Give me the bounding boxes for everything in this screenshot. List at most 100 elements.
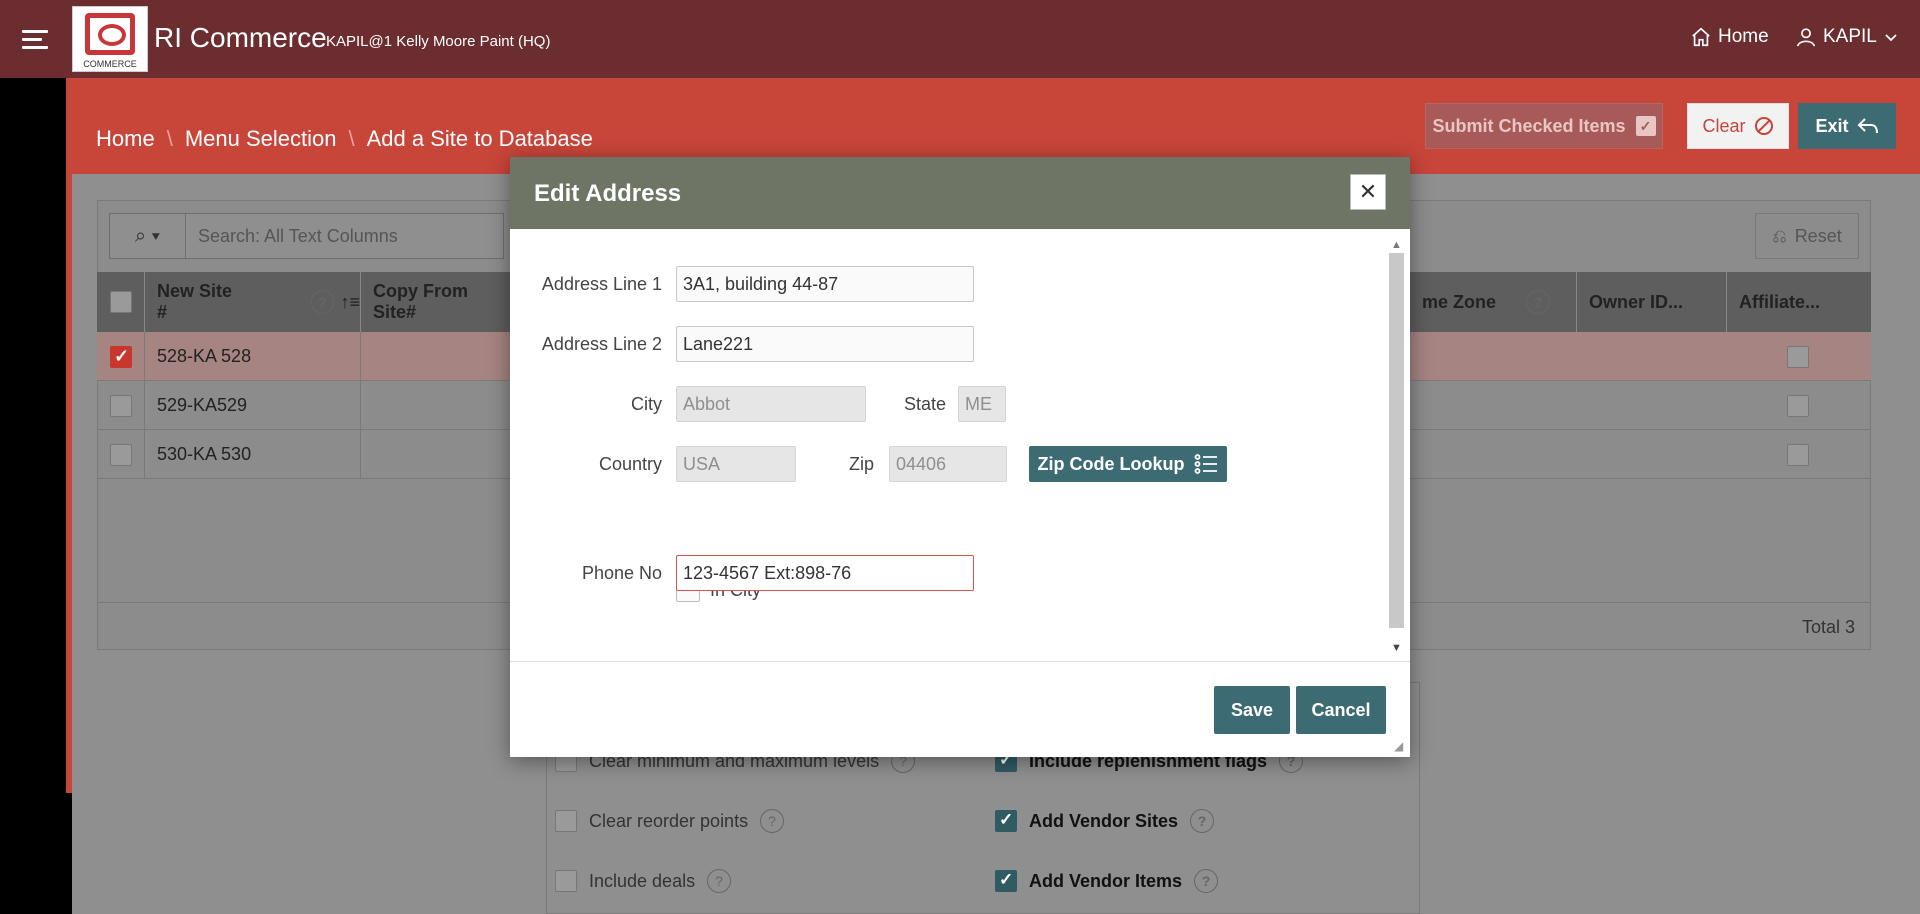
exit-label: Exit	[1815, 115, 1849, 136]
affiliate-checkbox[interactable]	[1787, 394, 1809, 417]
submit-label: Submit Checked Items	[1432, 115, 1626, 136]
column-copy-from-site[interactable]: Copy From Site#	[361, 272, 513, 332]
site-cell: 528-KA 528	[145, 332, 361, 381]
address-line-2-label: Address Line 2	[541, 334, 662, 354]
option-clear-reorder-points[interactable]: Clear reorder points ?	[555, 809, 785, 833]
address-line-1-input[interactable]: 3A1, building 44-87	[676, 266, 974, 302]
ban-icon	[1754, 117, 1773, 135]
zip-input[interactable]: 04406	[889, 446, 1007, 482]
top-header: COMMERCE RI Commerce KAPIL@1 Kelly Moore…	[0, 0, 1920, 78]
breadcrumb-separator: \	[348, 126, 355, 151]
app-title: RI Commerce	[154, 22, 327, 53]
breadcrumb-separator: \	[166, 126, 173, 151]
search-input[interactable]: Search: All Text Columns	[186, 226, 398, 247]
reset-label: Reset	[1794, 225, 1842, 246]
help-icon[interactable]: ?	[760, 809, 785, 833]
phone-label: Phone No	[581, 563, 662, 583]
nav-home-link[interactable]: Home	[1690, 26, 1769, 48]
submit-checked-items-button[interactable]: Submit Checked Items ✓	[1425, 103, 1663, 149]
column-time-zone[interactable]: me Zone ?	[1410, 272, 1577, 332]
address-line-2-input[interactable]: Lane221	[676, 326, 974, 362]
option-checkbox[interactable]	[995, 810, 1017, 832]
help-icon[interactable]: ?	[1194, 869, 1219, 893]
row-checkbox[interactable]	[110, 394, 132, 417]
option-label: Add Vendor Sites	[1029, 810, 1179, 831]
site-cell: 530-KA 530	[145, 430, 361, 479]
search-bar[interactable]: ⌕ ▾ Search: All Text Columns	[109, 213, 504, 259]
reset-button[interactable]: ⎌ Reset	[1755, 213, 1859, 259]
checkmark-icon: ✓	[1635, 116, 1656, 136]
affiliate-checkbox[interactable]	[1787, 443, 1809, 466]
zip-lookup-label: Zip Code Lookup	[1037, 453, 1185, 474]
breadcrumb-home[interactable]: Home	[96, 126, 155, 152]
dialog-scrollbar[interactable]: ▲ ▼	[1387, 239, 1406, 654]
logo-caption: COMMERCE	[83, 59, 137, 69]
column-label: Owner ID...	[1589, 291, 1684, 312]
list-icon	[1195, 454, 1218, 474]
zip-code-lookup-button[interactable]: Zip Code Lookup	[1029, 446, 1227, 482]
country-input[interactable]: USA	[676, 446, 796, 482]
dialog-header: Edit Address ✕	[510, 157, 1410, 229]
select-all-checkbox[interactable]	[110, 291, 132, 313]
chevron-down-icon	[1885, 34, 1897, 42]
scroll-down-icon[interactable]: ▼	[1391, 642, 1402, 654]
option-checkbox[interactable]	[555, 810, 577, 832]
option-checkbox[interactable]	[995, 870, 1017, 892]
column-affiliate[interactable]: Affiliate...	[1727, 272, 1871, 332]
help-icon[interactable]: ?	[1526, 290, 1551, 314]
resize-handle-icon[interactable]: ◢	[1394, 739, 1408, 753]
scroll-thumb[interactable]	[1389, 253, 1404, 628]
row-checkbox[interactable]	[110, 345, 132, 368]
column-label: New Site #	[157, 281, 233, 322]
address-line-1-label: Address Line 1	[541, 274, 662, 294]
zip-label: Zip	[848, 454, 874, 474]
breadcrumb-current: Add a Site to Database	[366, 126, 593, 151]
cancel-button[interactable]: Cancel	[1296, 686, 1386, 734]
breadcrumb-menu-selection[interactable]: Menu Selection	[185, 126, 337, 152]
help-icon[interactable]: ?	[1190, 809, 1215, 833]
dialog-title: Edit Address	[534, 180, 682, 207]
state-input[interactable]: ME	[958, 386, 1006, 422]
column-owner-id[interactable]: Owner ID...	[1577, 272, 1727, 332]
option-label: Clear reorder points	[589, 810, 749, 831]
column-label: me Zone	[1422, 291, 1497, 312]
clear-label: Clear	[1702, 115, 1746, 136]
exit-button[interactable]: Exit	[1798, 103, 1896, 149]
clear-button[interactable]: Clear	[1687, 103, 1789, 149]
help-icon[interactable]: ?	[707, 869, 732, 893]
help-icon[interactable]: ?	[310, 290, 335, 314]
app-logo[interactable]: COMMERCE	[72, 6, 148, 72]
close-icon[interactable]: ✕	[1350, 174, 1386, 210]
home-label: Home	[1718, 26, 1769, 47]
option-checkbox[interactable]	[555, 870, 577, 892]
save-button[interactable]: Save	[1214, 686, 1290, 734]
edit-address-dialog: Edit Address ✕ Address Line 1 3A1, build…	[510, 157, 1410, 757]
reset-icon: ⎌	[1772, 225, 1787, 246]
hamburger-menu-icon[interactable]	[22, 30, 48, 49]
city-input[interactable]: Abbot	[676, 386, 866, 422]
user-icon	[1796, 28, 1816, 47]
dialog-footer: Save Cancel	[510, 661, 1410, 757]
left-nav-collapsed	[0, 78, 72, 914]
option-add-vendor-items[interactable]: Add Vendor Items ?	[995, 869, 1219, 893]
state-label: State	[903, 394, 946, 414]
total-count: Total 3	[1801, 617, 1855, 637]
breadcrumb: Home \ Menu Selection \ Add a Site to Da…	[96, 126, 593, 152]
option-label: Add Vendor Items	[1029, 870, 1183, 891]
option-include-deals[interactable]: Include deals ?	[555, 869, 732, 893]
option-add-vendor-sites[interactable]: Add Vendor Sites ?	[995, 809, 1215, 833]
column-label: Affiliate...	[1739, 291, 1821, 312]
user-menu[interactable]: KAPIL	[1795, 26, 1899, 48]
reply-icon	[1857, 118, 1878, 134]
search-icon[interactable]: ⌕ ▾	[110, 214, 186, 258]
city-label: City	[631, 394, 662, 414]
select-all-checkbox-cell[interactable]	[97, 272, 145, 332]
phone-input[interactable]: 123-4567 Ext:898-76	[676, 555, 974, 591]
scroll-up-icon[interactable]: ▲	[1391, 239, 1402, 251]
row-checkbox[interactable]	[110, 443, 132, 466]
affiliate-checkbox[interactable]	[1787, 345, 1809, 368]
column-new-site[interactable]: New Site # ? ↑≡	[145, 272, 361, 332]
site-cell: 529-KA529	[145, 381, 361, 430]
user-label: KAPIL	[1823, 26, 1877, 47]
home-icon	[1692, 27, 1710, 47]
